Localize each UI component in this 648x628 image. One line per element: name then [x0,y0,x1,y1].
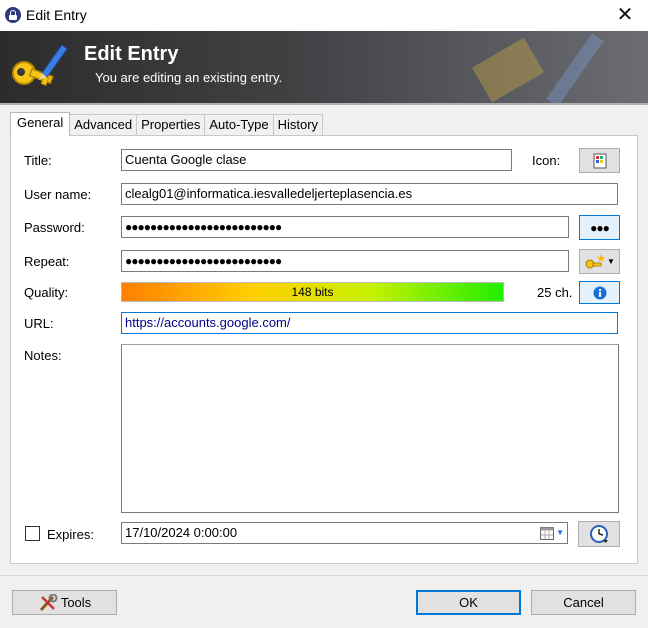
title-input[interactable]: Cuenta Google clase [121,149,512,171]
notes-textarea[interactable] [121,344,619,513]
generate-password-icon [585,253,606,268]
icon-label: Icon: [532,153,561,168]
close-icon[interactable]: ✕ [602,0,648,31]
tools-button-label: Tools [60,595,92,610]
tab-history[interactable]: History [272,114,324,136]
expiry-presets-button[interactable] [578,521,620,547]
username-label: User name: [24,187,92,202]
banner-divider [0,103,648,105]
chevron-down-icon: ▼ [556,528,564,537]
footer-divider [0,575,648,576]
tab-properties[interactable]: Properties [136,114,206,136]
repeat-password-input[interactable]: ●●●●●●●●●●●●●●●●●●●●●●●●● [121,250,569,272]
tab-advanced[interactable]: Advanced [69,114,138,136]
tab-general[interactable]: General [10,112,71,136]
icon-picker-button[interactable] [579,148,620,173]
window-title: Edit Entry [26,7,87,23]
username-input[interactable]: clealg01@informatica.iesvalledeljertepla… [121,183,618,205]
banner-subtitle: You are editing an existing entry. [95,70,283,85]
quality-bits-text: 148 bits [291,285,334,299]
password-generator-button[interactable]: ▼ [579,249,620,274]
character-count: 25 ch. [537,285,573,300]
password-input[interactable]: ●●●●●●●●●●●●●●●●●●●●●●●●● [121,216,569,238]
notes-label: Notes: [24,348,62,363]
info-icon [593,286,606,299]
password-quality-bar: 148 bits [121,282,504,302]
header-banner: Edit Entry You are editing an existing e… [0,31,648,103]
tools-icon [39,593,58,611]
entry-icon [593,153,606,168]
quality-info-button[interactable] [579,281,620,304]
lock-icon [5,7,21,23]
repeat-label: Repeat: [24,254,70,269]
expires-checkbox[interactable] [25,526,40,541]
banner-title: Edit Entry [84,43,179,65]
cancel-button[interactable]: Cancel [531,590,636,615]
window-titlebar: Edit Entry ✕ [0,0,648,31]
key-pen-icon [12,44,68,86]
tab-auto-type[interactable]: Auto-Type [204,114,274,136]
calendar-dropdown[interactable]: ▼ [540,525,564,541]
title-label: Title: [24,153,52,168]
tools-button[interactable]: Tools [12,590,117,615]
expiry-date-value: 17/10/2024 0:00:00 [125,525,238,540]
calendar-icon [540,526,555,540]
ok-button[interactable]: OK [416,590,521,615]
tab-strip: General Advanced Properties Auto-Type Hi… [10,112,324,136]
dropdown-arrow-icon: ▼ [607,257,615,266]
clock-icon [590,525,608,543]
quality-label: Quality: [24,285,69,300]
password-label: Password: [24,220,85,235]
expiry-date-picker[interactable]: 17/10/2024 0:00:00 ▼ [121,522,568,544]
url-label: URL: [24,316,54,331]
banner-decoration [472,33,604,103]
url-input[interactable]: https://accounts.google.com/ [121,312,618,334]
show-password-toggle[interactable]: ●●● [579,215,620,240]
expires-label: Expires: [47,527,94,542]
